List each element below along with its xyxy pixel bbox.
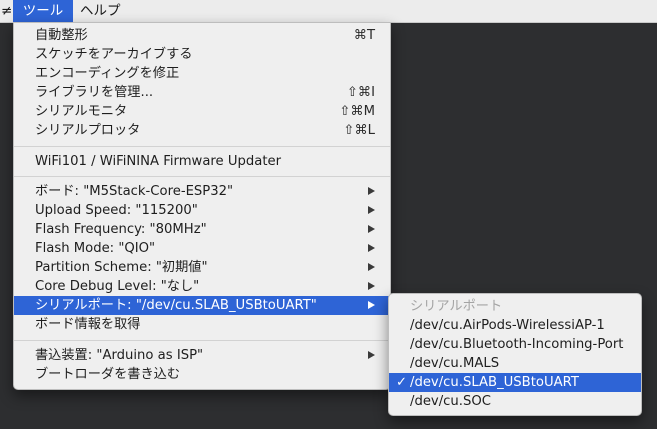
menu-item-board-info[interactable]: ボード情報を取得 [14,315,390,334]
submenu-arrow-icon [368,282,375,290]
port-item-soc[interactable]: /dev/cu.SOC [389,392,641,411]
menu-item-board[interactable]: ボード: "M5Stack-Core-ESP32" [14,182,390,201]
submenu-header: シリアルポート [389,297,641,316]
checkmark-icon: ✓ [396,375,408,390]
menu-bar: ≠ ツール ヘルプ [0,0,657,23]
shortcut-text: ⇧⌘I [346,85,375,100]
menu-item-label: スケッチをアーカイブする [35,47,193,62]
menu-item-serial-monitor[interactable]: シリアルモニタ ⇧⌘M [14,102,390,121]
menu-item-label: シリアルモニタ [35,104,128,119]
submenu-arrow-icon [368,225,375,233]
menu-item-label: シリアルポート: "/dev/cu.SLAB_USBtoUART" [35,298,317,313]
submenu-arrow-icon [368,187,375,195]
submenu-arrow-icon [368,206,375,214]
menu-item-label: Partition Scheme: "初期値" [35,260,208,275]
submenu-arrow-icon [368,351,375,359]
menu-item-serial-port[interactable]: シリアルポート: "/dev/cu.SLAB_USBtoUART" [14,296,390,315]
menu-item-label: ボード: "M5Stack-Core-ESP32" [35,184,234,199]
menu-item-label: ブートローダを書き込む [35,367,181,382]
menu-item-flash-frequency[interactable]: Flash Frequency: "80MHz" [14,220,390,239]
menubar-item-tools[interactable]: ツール [13,0,73,22]
menu-separator [14,340,390,341]
port-label: /dev/cu.SOC [410,394,491,409]
port-item-slab-usbtouart[interactable]: ✓ /dev/cu.SLAB_USBtoUART [389,373,641,392]
menu-item-flash-mode[interactable]: Flash Mode: "QIO" [14,239,390,258]
menu-item-label: Flash Mode: "QIO" [35,241,156,256]
menu-item-archive-sketch[interactable]: スケッチをアーカイブする [14,45,390,64]
menu-separator [14,146,390,147]
menu-item-label: 自動整形 [35,28,88,43]
menu-item-upload-speed[interactable]: Upload Speed: "115200" [14,201,390,220]
menu-item-fix-encoding[interactable]: エンコーディングを修正 [14,64,390,83]
menu-item-label: エンコーディングを修正 [35,66,180,81]
shortcut-text: ⇧⌘M [339,104,375,119]
serial-port-submenu: シリアルポート /dev/cu.AirPods-WirelessiAP-1 /d… [388,293,642,416]
submenu-arrow-icon [368,301,375,309]
menu-item-label: Flash Frequency: "80MHz" [35,222,207,237]
menu-item-programmer[interactable]: 書込装置: "Arduino as ISP" [14,346,390,365]
port-item-airpods[interactable]: /dev/cu.AirPods-WirelessiAP-1 [389,316,641,335]
port-item-bluetooth[interactable]: /dev/cu.Bluetooth-Incoming-Port [389,335,641,354]
menu-item-manage-libraries[interactable]: ライブラリを管理... ⇧⌘I [14,83,390,102]
port-item-mals[interactable]: /dev/cu.MALS [389,354,641,373]
menu-item-core-debug-level[interactable]: Core Debug Level: "なし" [14,277,390,296]
submenu-header-label: シリアルポート [410,299,503,314]
menu-item-label: シリアルプロッタ [35,123,141,138]
menu-item-partition-scheme[interactable]: Partition Scheme: "初期値" [14,258,390,277]
menubar-item-help[interactable]: ヘルプ [80,0,130,22]
menu-item-label: ボード情報を取得 [35,317,141,332]
menu-item-label: 書込装置: "Arduino as ISP" [35,348,204,363]
port-label: /dev/cu.Bluetooth-Incoming-Port [410,337,624,352]
port-label: /dev/cu.AirPods-WirelessiAP-1 [410,318,605,333]
shortcut-text: ⇧⌘L [343,123,375,138]
shortcut-text: ⌘T [353,28,375,43]
submenu-arrow-icon [368,263,375,271]
menu-item-auto-format[interactable]: 自動整形 ⌘T [14,26,390,45]
menubar-item-partial[interactable]: ≠ [0,0,13,22]
menu-item-label: Upload Speed: "115200" [35,203,198,218]
submenu-arrow-icon [368,244,375,252]
menu-item-label: Core Debug Level: "なし" [35,279,200,294]
menu-item-label: WiFi101 / WiFiNINA Firmware Updater [35,154,282,169]
tools-menu: 自動整形 ⌘T スケッチをアーカイブする エンコーディングを修正 ライブラリを管… [13,22,391,390]
port-label: /dev/cu.SLAB_USBtoUART [410,375,579,390]
menu-item-label: ライブラリを管理... [35,85,154,100]
menu-separator [14,176,390,177]
menu-item-serial-plotter[interactable]: シリアルプロッタ ⇧⌘L [14,121,390,140]
menu-item-burn-bootloader[interactable]: ブートローダを書き込む [14,365,390,384]
menu-item-firmware-updater[interactable]: WiFi101 / WiFiNINA Firmware Updater [14,152,390,171]
port-label: /dev/cu.MALS [410,356,500,371]
